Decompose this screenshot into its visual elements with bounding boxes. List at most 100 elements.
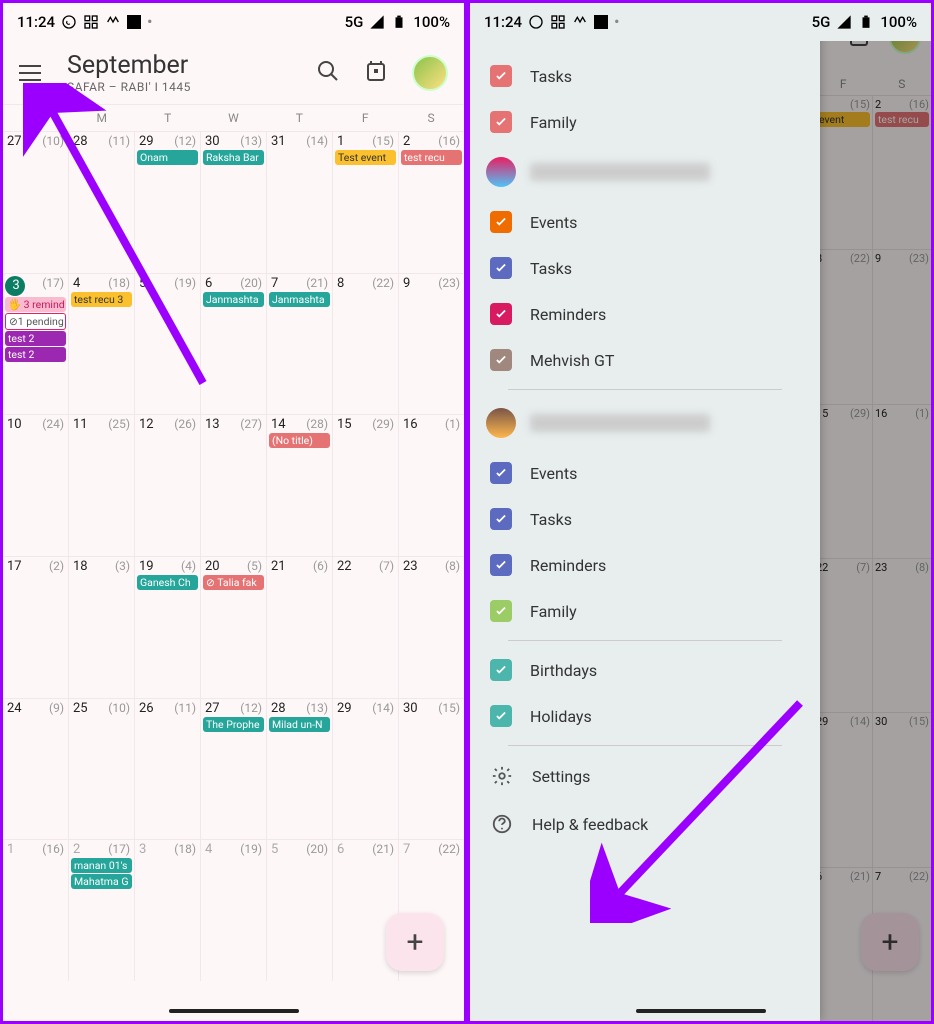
event-chip[interactable]: Raksha Bar [203, 150, 264, 165]
calendar-toggle[interactable]: Reminders [470, 542, 820, 588]
day-cell[interactable]: 28(11) [69, 132, 135, 273]
day-cell[interactable]: 4(19) [201, 840, 267, 981]
day-cell[interactable]: 3(17)🖐 3 remind⊘1 pendingtest 2test 2 [3, 274, 69, 415]
calendar-toggle[interactable]: Family [470, 588, 820, 634]
day-cell[interactable]: 2(17)manan 01'sMahatma G [69, 840, 135, 981]
day-cell[interactable]: 30(15) [399, 699, 464, 840]
month-grid[interactable]: 27(10)28(11)29(12)Onam30(13)Raksha Bar31… [3, 131, 464, 981]
weekday: F [332, 105, 398, 131]
calendar-toggle[interactable]: Events [470, 199, 820, 245]
status-bar: 11:24 • 5G 100% [470, 3, 931, 41]
day-cell[interactable]: 8(22) [333, 274, 399, 415]
help-icon [490, 812, 514, 836]
status-bar: 11:24 • 5G 100% [3, 3, 464, 41]
day-cell[interactable]: 28(13)Milad un-N [267, 699, 333, 840]
day-cell[interactable]: 16(1) [399, 415, 464, 556]
search-icon[interactable] [316, 59, 340, 87]
event-chip[interactable]: Ganesh Ch [137, 575, 198, 590]
event-chip[interactable]: (No title) [269, 433, 330, 448]
create-fab[interactable]: + [386, 913, 444, 971]
event-chip[interactable]: manan 01's [71, 858, 132, 873]
calendar-toggle[interactable]: Tasks [470, 496, 820, 542]
day-cell[interactable]: 30(13)Raksha Bar [201, 132, 267, 273]
day-cell[interactable]: 24(9) [3, 699, 69, 840]
create-fab: + [861, 913, 919, 971]
day-cell[interactable]: 5(20) [267, 840, 333, 981]
calendar-toggle[interactable]: Birthdays [470, 647, 820, 693]
calendar-toggle[interactable]: Tasks [470, 53, 820, 99]
day-cell[interactable]: 3(18) [135, 840, 201, 981]
day-cell[interactable]: 13(27) [201, 415, 267, 556]
event-chip[interactable]: Test event [335, 150, 396, 165]
weekday-row: SMTWTFS [3, 104, 464, 131]
event-chip[interactable]: test recu 3 [71, 292, 132, 307]
square-icon [594, 15, 608, 29]
day-cell[interactable]: 12(26) [135, 415, 201, 556]
event-chip[interactable]: ⊘ Talia fak [203, 575, 264, 590]
event-chip[interactable]: test 2 [5, 347, 66, 362]
day-cell[interactable]: 4(18)test recu 3 [69, 274, 135, 415]
event-chip[interactable]: The Prophe [203, 717, 264, 732]
signal-type: 5G [345, 13, 364, 31]
day-cell[interactable]: 11(25) [69, 415, 135, 556]
day-cell[interactable]: 6(20)Janmashta [201, 274, 267, 415]
nav-handle[interactable] [169, 1009, 299, 1013]
event-chip[interactable]: Janmashta [203, 292, 264, 307]
sync-icon [105, 14, 121, 30]
calendar-toggle[interactable]: Events [470, 450, 820, 496]
day-cell[interactable]: 9(23) [399, 274, 464, 415]
day-cell[interactable]: 5(19) [135, 274, 201, 415]
calendar-toggle[interactable]: Reminders [470, 291, 820, 337]
event-chip[interactable]: ⊘1 pending [5, 313, 66, 330]
day-cell[interactable]: 7(21)Janmashta [267, 274, 333, 415]
event-chip[interactable]: Milad un-N [269, 717, 330, 732]
settings-item[interactable]: Settings [470, 752, 820, 800]
today-icon[interactable] [364, 59, 388, 87]
clock: 11:24 [17, 13, 55, 31]
event-chip[interactable]: test 2 [5, 331, 66, 346]
day-cell[interactable]: 27(12)The Prophe [201, 699, 267, 840]
day-cell[interactable]: 19(4)Ganesh Ch [135, 557, 201, 698]
event-chip[interactable]: Janmashta [269, 292, 330, 307]
day-cell[interactable]: 2(16)test recu [399, 132, 464, 273]
day-cell[interactable]: 29(12)Onam [135, 132, 201, 273]
calendar-toggle[interactable]: Mehvish GT [470, 337, 820, 383]
clock: 11:24 [484, 13, 522, 31]
menu-button[interactable] [19, 59, 47, 87]
event-chip[interactable]: Mahatma G [71, 874, 132, 889]
drawer-label: Help & feedback [532, 815, 648, 834]
event-chip[interactable]: 🖐 3 remind [5, 297, 66, 312]
account-header[interactable] [470, 145, 820, 199]
dot-icon: • [614, 13, 619, 31]
calendar-toggle[interactable]: Tasks [470, 245, 820, 291]
navigation-drawer[interactable]: TasksFamilyEventsTasksRemindersMehvish G… [470, 3, 820, 1021]
day-cell[interactable]: 25(10) [69, 699, 135, 840]
day-cell[interactable]: 23(8) [399, 557, 464, 698]
sync-icon [572, 14, 588, 30]
day-cell[interactable]: 29(14) [333, 699, 399, 840]
nav-handle[interactable] [636, 1009, 766, 1013]
help-item[interactable]: Help & feedback [470, 800, 820, 848]
battery-icon [391, 14, 407, 30]
wd-f: F [814, 77, 873, 91]
day-cell[interactable]: 14(28)(No title) [267, 415, 333, 556]
day-cell[interactable]: 17(2) [3, 557, 69, 698]
event-chip[interactable]: test recu [401, 150, 462, 165]
day-cell[interactable]: 27(10) [3, 132, 69, 273]
day-cell[interactable]: 22(7) [333, 557, 399, 698]
event-chip[interactable]: Onam [137, 150, 198, 165]
month-title[interactable]: September [67, 51, 296, 80]
day-cell[interactable]: 20(5)⊘ Talia fak [201, 557, 267, 698]
account-header[interactable] [470, 396, 820, 450]
day-cell[interactable]: 15(29) [333, 415, 399, 556]
day-cell[interactable]: 31(14) [267, 132, 333, 273]
day-cell[interactable]: 1(15)Test event [333, 132, 399, 273]
day-cell[interactable]: 18(3) [69, 557, 135, 698]
day-cell[interactable]: 21(6) [267, 557, 333, 698]
day-cell[interactable]: 10(24) [3, 415, 69, 556]
day-cell[interactable]: 1(16) [3, 840, 69, 981]
calendar-toggle[interactable]: Holidays [470, 693, 820, 739]
calendar-toggle[interactable]: Family [470, 99, 820, 145]
profile-avatar[interactable] [412, 55, 448, 91]
day-cell[interactable]: 26(11) [135, 699, 201, 840]
